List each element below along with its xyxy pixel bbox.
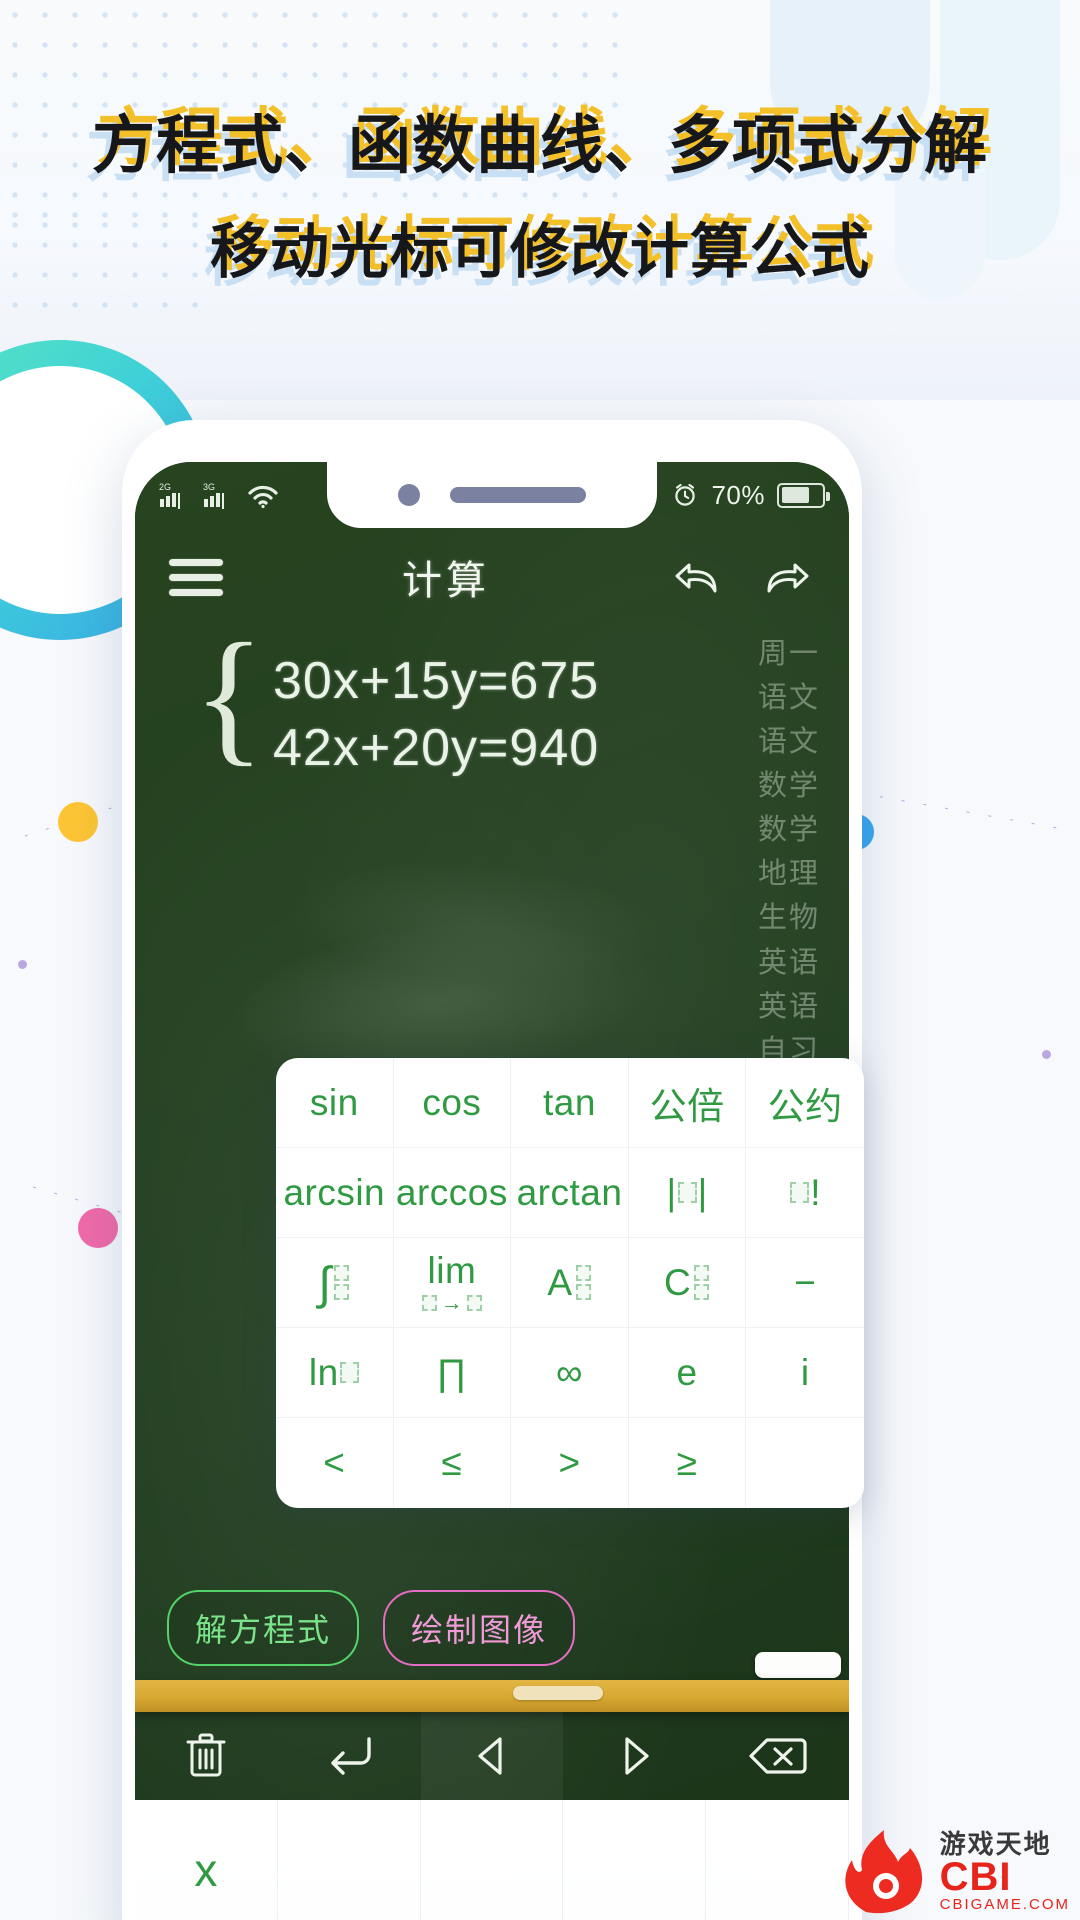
placeholder-box bbox=[575, 1284, 591, 1300]
draw-graph-button[interactable]: 绘制图像 bbox=[383, 1590, 576, 1666]
placeholder-box bbox=[334, 1284, 350, 1300]
placeholder-box bbox=[339, 1362, 359, 1383]
editor-toolbar bbox=[135, 1712, 849, 1800]
clear-all-button[interactable] bbox=[135, 1712, 278, 1800]
phone-notch bbox=[327, 462, 657, 528]
placeholder-box bbox=[694, 1284, 710, 1300]
fn-key-blank[interactable] bbox=[746, 1418, 864, 1508]
fn-key-factorial[interactable]: ! bbox=[746, 1148, 864, 1238]
backspace-button[interactable] bbox=[706, 1712, 849, 1800]
fn-key-euler-e[interactable]: e bbox=[628, 1328, 747, 1418]
schedule-item: 英语 bbox=[757, 990, 820, 1023]
enter-button[interactable] bbox=[278, 1712, 421, 1800]
battery-icon bbox=[777, 482, 830, 508]
headline-line2: 移动光标可修改计算公式 bbox=[209, 218, 870, 285]
flame-logo-icon bbox=[845, 1830, 922, 1914]
placeholder-box bbox=[790, 1182, 810, 1203]
fn-key-absolute[interactable]: | | bbox=[628, 1148, 747, 1238]
equation-line-1: 30x+15y=675 bbox=[273, 652, 600, 710]
fn-key-imaginary-i[interactable]: i bbox=[746, 1328, 864, 1418]
fn-key-permutation[interactable]: A bbox=[511, 1238, 629, 1328]
fn-key-less-than[interactable]: < bbox=[276, 1418, 394, 1508]
watermark-brand: CBI bbox=[939, 1854, 1012, 1899]
fn-key-limit[interactable]: lim → bbox=[393, 1238, 512, 1328]
undo-arrow-icon[interactable] bbox=[669, 553, 725, 601]
fn-key-gcd[interactable]: 公约 bbox=[746, 1058, 864, 1148]
equation-display[interactable]: { 30x+15y=675 42x+20y=940 bbox=[135, 621, 849, 781]
schedule-item: 地理 bbox=[757, 858, 820, 891]
chalk-ledge bbox=[135, 1680, 849, 1712]
cursor-left-button[interactable] bbox=[420, 1712, 564, 1800]
fn-key-greater-equal[interactable]: ≥ bbox=[629, 1418, 747, 1508]
schedule-item: 数学 bbox=[757, 814, 820, 847]
svg-text:2G: 2G bbox=[159, 482, 171, 492]
fn-key-greater-than[interactable]: > bbox=[511, 1418, 629, 1508]
signal-3g-icon: 3G bbox=[203, 482, 224, 509]
equation-line-2: 42x+20y=940 bbox=[273, 718, 600, 777]
earpiece-speaker bbox=[450, 487, 586, 503]
page-title: 计算 bbox=[402, 558, 490, 603]
function-keyboard-panel: sin cos tan 公倍 公约 arcsin arccos arctan |… bbox=[276, 1058, 864, 1508]
decor-dot-small-left bbox=[18, 960, 27, 969]
watermark-chinese-label: 游戏天地 bbox=[939, 1828, 1052, 1859]
trash-icon bbox=[186, 1733, 226, 1777]
equation-brace: { bbox=[193, 613, 265, 779]
cursor-right-icon bbox=[625, 1737, 649, 1775]
placeholder-box bbox=[421, 1294, 437, 1311]
schedule-item: 生物 bbox=[757, 902, 820, 935]
placeholder-box bbox=[694, 1265, 710, 1281]
fn-key-product[interactable]: ∏ bbox=[393, 1328, 512, 1418]
enter-return-icon bbox=[331, 1737, 371, 1775]
wifi-icon bbox=[248, 485, 278, 509]
watermark-domain: CBIGAME.COM bbox=[939, 1895, 1070, 1913]
fn-key-combination[interactable]: C bbox=[628, 1238, 747, 1328]
chalk-holder bbox=[513, 1686, 604, 1700]
fn-key-sin[interactable]: sin bbox=[276, 1058, 394, 1148]
calculator-keypad: x y z ) ( 0 bbox=[135, 1800, 849, 1920]
cursor-right-button[interactable] bbox=[563, 1712, 706, 1800]
board-action-buttons: 解方程式 绘制图像 bbox=[167, 1590, 576, 1666]
redo-arrow-icon[interactable] bbox=[759, 553, 815, 601]
fn-key-minus[interactable]: − bbox=[746, 1238, 864, 1328]
fn-key-infinity[interactable]: ∞ bbox=[511, 1328, 629, 1418]
placeholder-box bbox=[334, 1265, 350, 1281]
fn-key-cos[interactable]: cos bbox=[393, 1058, 512, 1148]
key-x[interactable]: x bbox=[135, 1800, 278, 1920]
schedule-item: 英语 bbox=[757, 946, 820, 979]
fn-key-arccos[interactable]: arccos bbox=[393, 1148, 512, 1238]
front-camera-icon bbox=[398, 484, 420, 506]
site-watermark: 游戏天地 CBI CBIGAME.COM bbox=[836, 1828, 1070, 1914]
hamburger-menu-icon[interactable] bbox=[169, 551, 223, 604]
battery-percent-label: 70% bbox=[711, 479, 765, 510]
cursor-left-icon bbox=[478, 1737, 502, 1775]
headline-line1: 方程式、函数曲线、多项式分解 bbox=[92, 111, 988, 181]
fn-key-tan[interactable]: tan bbox=[511, 1058, 629, 1148]
fn-key-lcm[interactable]: 公倍 bbox=[628, 1058, 747, 1148]
decor-dot-pink bbox=[78, 1208, 118, 1248]
chalk-stick bbox=[755, 1652, 841, 1678]
promo-headline: 方程式、函数曲线、多项式分解 方程式、函数曲线、多项式分解 方程式、函数曲线、多… bbox=[0, 103, 1080, 293]
signal-2g-icon: 2G bbox=[159, 482, 180, 509]
fn-key-less-equal[interactable]: ≤ bbox=[394, 1418, 512, 1508]
page-root: 方程式、函数曲线、多项式分解 方程式、函数曲线、多项式分解 方程式、函数曲线、多… bbox=[0, 0, 1080, 1920]
key-blank[interactable] bbox=[421, 1800, 564, 1920]
fn-key-natural-log[interactable]: ln bbox=[276, 1328, 394, 1418]
backspace-icon bbox=[748, 1738, 807, 1774]
decor-dot-small-right bbox=[1042, 1050, 1051, 1059]
fn-key-integral[interactable]: ∫ bbox=[276, 1238, 394, 1328]
key-blank[interactable] bbox=[706, 1800, 849, 1920]
fn-key-arctan[interactable]: arctan bbox=[511, 1148, 629, 1238]
svg-text:3G: 3G bbox=[203, 482, 215, 492]
placeholder-box bbox=[467, 1294, 483, 1311]
alarm-clock-icon bbox=[675, 483, 696, 506]
decor-dot-yellow bbox=[58, 802, 98, 842]
app-header: 计算 bbox=[135, 534, 849, 620]
placeholder-box bbox=[575, 1265, 591, 1281]
placeholder-box bbox=[677, 1182, 697, 1203]
key-blank[interactable] bbox=[278, 1800, 421, 1920]
fn-key-arcsin[interactable]: arcsin bbox=[276, 1148, 394, 1238]
solve-equation-button[interactable]: 解方程式 bbox=[167, 1590, 360, 1666]
key-blank[interactable] bbox=[563, 1800, 707, 1920]
